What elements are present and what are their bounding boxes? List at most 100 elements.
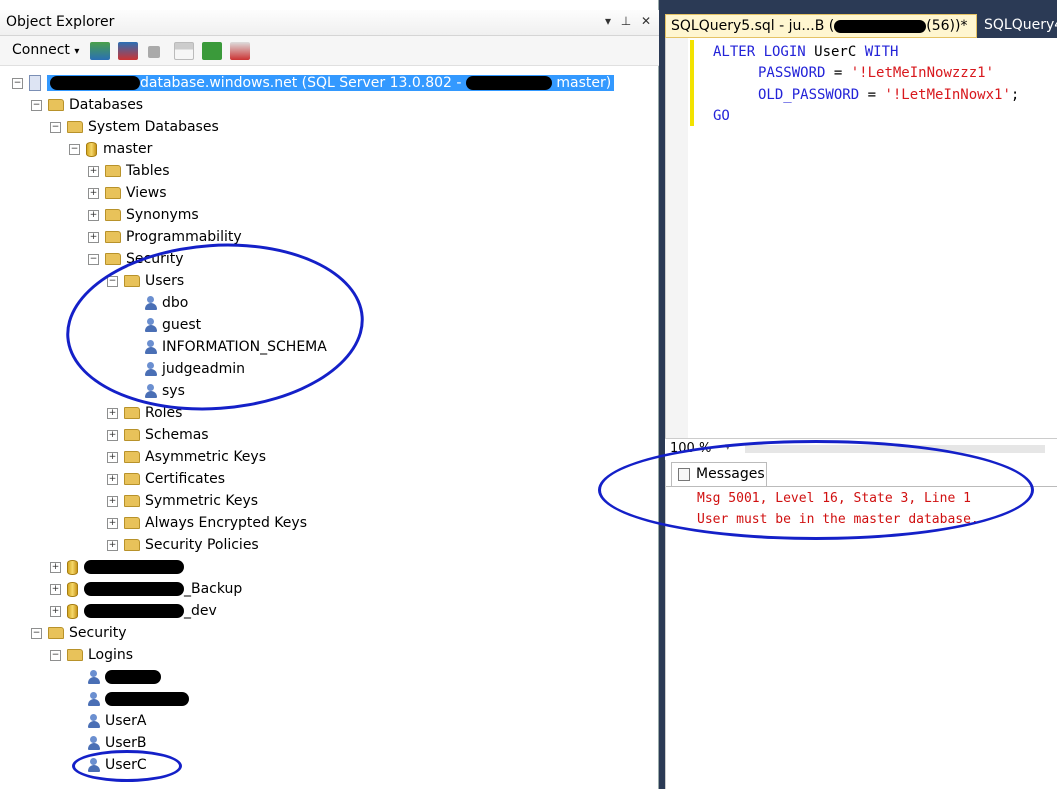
redaction-mark [834,19,927,33]
expand-icon[interactable]: + [88,165,99,177]
collapse-icon[interactable]: − [31,99,42,111]
tree-user-item[interactable]: INFORMATION_SCHEMA [144,336,327,358]
connect-object-explorer-icon[interactable] [90,42,110,60]
redaction-mark [465,76,552,90]
collapse-icon[interactable]: − [50,121,61,133]
tab-sqlquery4[interactable]: SQLQuery4. [979,14,1057,38]
expand-icon[interactable]: + [107,495,118,507]
object-explorer-tree: − database.windows.net (SQL Server 13.0.8… [0,66,659,789]
tree-user-database[interactable]: + _dev [50,600,217,622]
collapse-icon[interactable]: − [69,143,80,155]
login-icon [87,713,101,729]
object-explorer-titlebar: Object Explorer ▾ ⊥ ✕ [0,10,659,36]
collapse-icon[interactable]: − [31,627,42,639]
tree-server-security[interactable]: − Security [31,622,127,644]
editor-gutter [666,38,688,438]
database-icon [67,559,78,575]
tree-programmability[interactable]: + Programmability [88,226,242,248]
expand-icon[interactable]: + [50,583,61,595]
collapse-icon[interactable]: − [107,275,118,287]
database-icon [67,603,78,619]
expand-icon[interactable]: + [107,407,118,419]
expand-icon[interactable]: + [50,561,61,573]
refresh-icon[interactable] [202,42,222,60]
zoom-level[interactable]: 100 % [670,441,711,456]
expand-icon[interactable]: + [107,451,118,463]
activity-monitor-icon[interactable] [230,42,250,60]
expand-icon[interactable]: + [88,187,99,199]
database-icon [86,141,97,157]
tab-sqlquery5[interactable]: SQLQuery5.sql - ju...B ((56))* [665,14,977,38]
tree-security-policies[interactable]: + Security Policies [107,534,259,556]
tree-master-db[interactable]: − master [69,138,152,160]
folder-icon [124,451,140,463]
tree-user-database[interactable]: + _Backup [50,578,242,600]
disconnect-icon[interactable] [118,42,138,60]
expand-icon[interactable]: + [88,231,99,243]
tree-login-item[interactable]: UserC [87,754,147,776]
expand-icon[interactable]: + [107,539,118,551]
server-node[interactable]: − database.windows.net (SQL Server 13.0.8… [12,72,615,94]
expand-icon[interactable]: + [107,473,118,485]
expand-icon[interactable]: + [107,429,118,441]
folder-icon [124,495,140,507]
tree-db-security[interactable]: − Security [88,248,184,270]
window-position-dropdown-icon[interactable]: ▾ [600,14,616,32]
tree-login-item[interactable] [87,688,189,710]
code-line: OLD_PASSWORD = '!LetMeInNowx1'; [758,87,1020,103]
query-editor[interactable]: ALTER LOGIN UserC WITH PASSWORD = '!LetM… [665,38,1057,438]
folder-icon [67,649,83,661]
horizontal-scrollbar[interactable] [745,445,1045,453]
code-line: GO [713,108,730,124]
user-disabled-icon [144,317,158,333]
tree-login-item[interactable]: UserA [87,710,147,732]
filter-icon[interactable] [174,42,194,60]
tree-certificates[interactable]: + Certificates [107,468,225,490]
tree-databases[interactable]: − Databases [31,94,143,116]
expand-icon[interactable]: + [50,605,61,617]
tree-symmetric-keys[interactable]: + Symmetric Keys [107,490,258,512]
document-tabs: SQLQuery5.sql - ju...B ((56))* SQLQuery4… [665,10,1057,38]
folder-icon [105,187,121,199]
redaction-mark [105,670,161,684]
collapse-icon[interactable]: − [88,253,99,265]
tree-logins[interactable]: − Logins [50,644,133,666]
folder-icon [67,121,83,133]
close-icon[interactable]: ✕ [638,14,654,32]
tree-roles[interactable]: + Roles [107,402,182,424]
redaction-mark [105,692,189,706]
chevron-down-icon[interactable]: ▾ [725,440,731,453]
collapse-icon[interactable]: − [50,649,61,661]
database-icon [67,581,78,597]
collapse-icon[interactable]: − [12,77,23,89]
tree-user-database[interactable]: + [50,556,184,578]
tree-user-item[interactable]: judgeadmin [144,358,245,380]
tree-system-databases[interactable]: − System Databases [50,116,219,138]
pin-icon[interactable]: ⊥ [618,14,634,32]
connect-button[interactable]: Connect ▾ [12,42,79,58]
folder-icon [124,275,140,287]
editor-status-bar: 100 % ▾ [665,438,1057,460]
expand-icon[interactable]: + [107,517,118,529]
object-explorer-panel: Object Explorer ▾ ⊥ ✕ Connect ▾ − databas… [0,0,659,789]
tree-login-item[interactable]: UserB [87,732,147,754]
tree-tables[interactable]: + Tables [88,160,170,182]
tree-always-encrypted-keys[interactable]: + Always Encrypted Keys [107,512,307,534]
tree-synonyms[interactable]: + Synonyms [88,204,199,226]
tree-users[interactable]: − Users [107,270,184,292]
folder-icon [48,99,64,111]
tree-asymmetric-keys[interactable]: + Asymmetric Keys [107,446,266,468]
tree-user-item[interactable]: dbo [144,292,188,314]
tree-views[interactable]: + Views [88,182,167,204]
tab-messages[interactable]: Messages [671,462,767,486]
tree-user-item[interactable]: sys [144,380,185,402]
expand-icon[interactable]: + [88,209,99,221]
change-margin-marker [690,40,694,126]
login-icon [87,669,101,685]
tree-user-item[interactable]: guest [144,314,201,336]
stop-icon[interactable] [148,46,160,58]
code-line: ALTER LOGIN UserC WITH [713,44,899,60]
error-message: Msg 5001, Level 16, State 3, Line 1 [697,491,971,506]
tree-login-item[interactable] [87,666,161,688]
tree-schemas[interactable]: + Schemas [107,424,209,446]
